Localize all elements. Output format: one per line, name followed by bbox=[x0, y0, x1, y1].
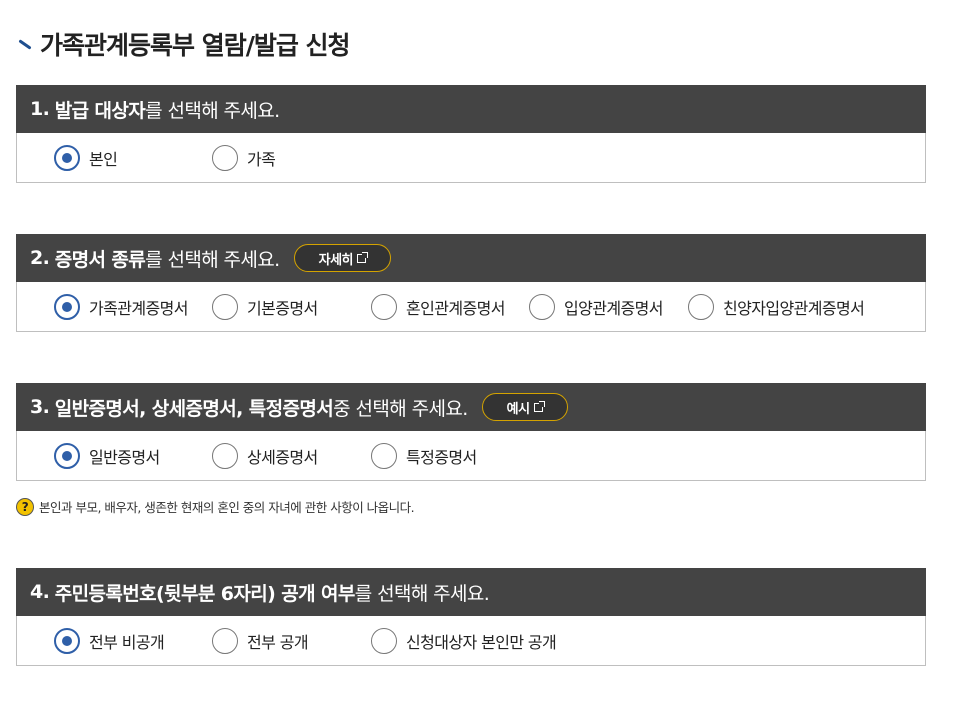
option-label: 전부 비공개 bbox=[89, 633, 165, 652]
section-title-rest: 를 선택해 주세요. bbox=[354, 582, 490, 605]
radio-button[interactable] bbox=[54, 628, 80, 654]
details-button-label: 자세히 bbox=[318, 252, 354, 268]
option-label: 신청대상자 본인만 공개 bbox=[406, 633, 557, 652]
section-target: 1. 발급 대상자 를 선택해 주세요. 본인 가족 bbox=[16, 85, 926, 183]
section-number: 4. bbox=[30, 581, 50, 603]
option-label: 친양자입양관계증명서 bbox=[723, 299, 865, 318]
section-rrn-disclosure: 4. 주민등록번호(뒷부분 6자리) 공개 여부 를 선택해 주세요. 전부 비공… bbox=[16, 568, 926, 666]
option-label: 상세증명서 bbox=[247, 448, 318, 467]
option-label: 본인 bbox=[89, 150, 118, 169]
section-header: 3. 일반증명서, 상세증명서, 특정증명서 중 선택해 주세요. 예시 bbox=[16, 383, 926, 431]
radio-option-specific[interactable]: 특정증명서 bbox=[371, 442, 477, 470]
section-options: 가족관계증명서 기본증명서 혼인관계증명서 입양관계증명서 친양자입양관계증명서 bbox=[16, 282, 926, 332]
radio-option-all-public[interactable]: 전부 공개 bbox=[212, 627, 309, 655]
section-title-bold: 주민등록번호(뒷부분 6자리) 공개 여부 bbox=[54, 582, 356, 605]
section-title-rest: 를 선택해 주세요. bbox=[145, 248, 280, 271]
option-label: 가족관계증명서 bbox=[89, 299, 188, 318]
radio-button[interactable] bbox=[371, 628, 397, 654]
section-number: 1. bbox=[30, 98, 50, 120]
radio-button[interactable] bbox=[212, 145, 238, 171]
radio-button[interactable] bbox=[529, 294, 555, 320]
radio-button[interactable] bbox=[371, 443, 397, 469]
radio-button[interactable] bbox=[54, 145, 80, 171]
option-label: 혼인관계증명서 bbox=[406, 299, 505, 318]
radio-button[interactable] bbox=[54, 443, 80, 469]
details-button[interactable]: 자세히 bbox=[293, 244, 391, 272]
option-label: 가족 bbox=[247, 150, 276, 169]
section-title-bold: 증명서 종류 bbox=[54, 248, 146, 271]
section-options: 전부 비공개 전부 공개 신청대상자 본인만 공개 bbox=[16, 616, 926, 666]
example-button[interactable]: 예시 bbox=[481, 393, 568, 421]
radio-option-all-hidden[interactable]: 전부 비공개 bbox=[54, 627, 165, 655]
question-icon: ? bbox=[16, 497, 34, 516]
section-header: 1. 발급 대상자 를 선택해 주세요. bbox=[16, 85, 926, 133]
radio-option-detailed[interactable]: 상세증명서 bbox=[212, 442, 318, 470]
section-header: 4. 주민등록번호(뒷부분 6자리) 공개 여부 를 선택해 주세요. bbox=[16, 568, 926, 616]
radio-option-general[interactable]: 일반증명서 bbox=[54, 442, 160, 470]
section-number: 2. bbox=[30, 247, 50, 269]
section-options: 일반증명서 상세증명서 특정증명서 bbox=[16, 431, 926, 481]
example-button-label: 예시 bbox=[506, 401, 530, 417]
section-cert-type: 2. 증명서 종류 를 선택해 주세요. 자세히 가족관계증명서 기본증명서 혼인… bbox=[16, 234, 926, 332]
option-label: 기본증명서 bbox=[247, 299, 318, 318]
radio-option-marriage[interactable]: 혼인관계증명서 bbox=[371, 293, 505, 321]
section-title-rest: 를 선택해 주세요. bbox=[145, 99, 280, 122]
radio-option-basic[interactable]: 기본증명서 bbox=[212, 293, 318, 321]
option-label: 입양관계증명서 bbox=[564, 299, 663, 318]
section-title-bold: 발급 대상자 bbox=[54, 99, 146, 122]
radio-option-self[interactable]: 본인 bbox=[54, 144, 118, 172]
radio-option-family[interactable]: 가족 bbox=[212, 144, 276, 172]
radio-button[interactable] bbox=[371, 294, 397, 320]
option-label: 일반증명서 bbox=[89, 448, 160, 467]
radio-option-adoption[interactable]: 입양관계증명서 bbox=[529, 293, 663, 321]
radio-button[interactable] bbox=[212, 628, 238, 654]
radio-button[interactable] bbox=[688, 294, 714, 320]
radio-option-family-relation[interactable]: 가족관계증명서 bbox=[54, 293, 188, 321]
option-label: 특정증명서 bbox=[406, 448, 477, 467]
page-title: 가족관계등록부 열람/발급 신청 bbox=[40, 31, 351, 60]
external-link-icon bbox=[357, 251, 368, 263]
page-title-wrap: 가족관계등록부 열람/발급 신청 bbox=[16, 26, 351, 62]
external-link-icon bbox=[533, 400, 545, 412]
section-title-bold: 일반증명서, 상세증명서, 특정증명서 bbox=[54, 397, 334, 420]
help-note-text: 본인과 부모, 배우자, 생존한 현재의 혼인 중의 자녀에 관한 사항이 나옵… bbox=[39, 500, 415, 515]
radio-button[interactable] bbox=[212, 294, 238, 320]
section-number: 3. bbox=[30, 396, 50, 418]
option-label: 전부 공개 bbox=[247, 633, 309, 652]
section-cert-detail: 3. 일반증명서, 상세증명서, 특정증명서 중 선택해 주세요. 예시 일반증… bbox=[16, 383, 926, 481]
section-options: 본인 가족 bbox=[16, 133, 926, 183]
radio-option-self-only-public[interactable]: 신청대상자 본인만 공개 bbox=[371, 627, 557, 655]
section-header: 2. 증명서 종류 를 선택해 주세요. 자세히 bbox=[16, 234, 926, 282]
radio-button[interactable] bbox=[54, 294, 80, 320]
radio-button[interactable] bbox=[212, 443, 238, 469]
section-title-rest: 중 선택해 주세요. bbox=[333, 397, 468, 420]
help-note: ? 본인과 부모, 배우자, 생존한 현재의 혼인 중의 자녀에 관한 사항이 … bbox=[16, 497, 415, 516]
title-mark-icon bbox=[16, 36, 32, 52]
radio-option-full-adoption[interactable]: 친양자입양관계증명서 bbox=[688, 293, 865, 321]
